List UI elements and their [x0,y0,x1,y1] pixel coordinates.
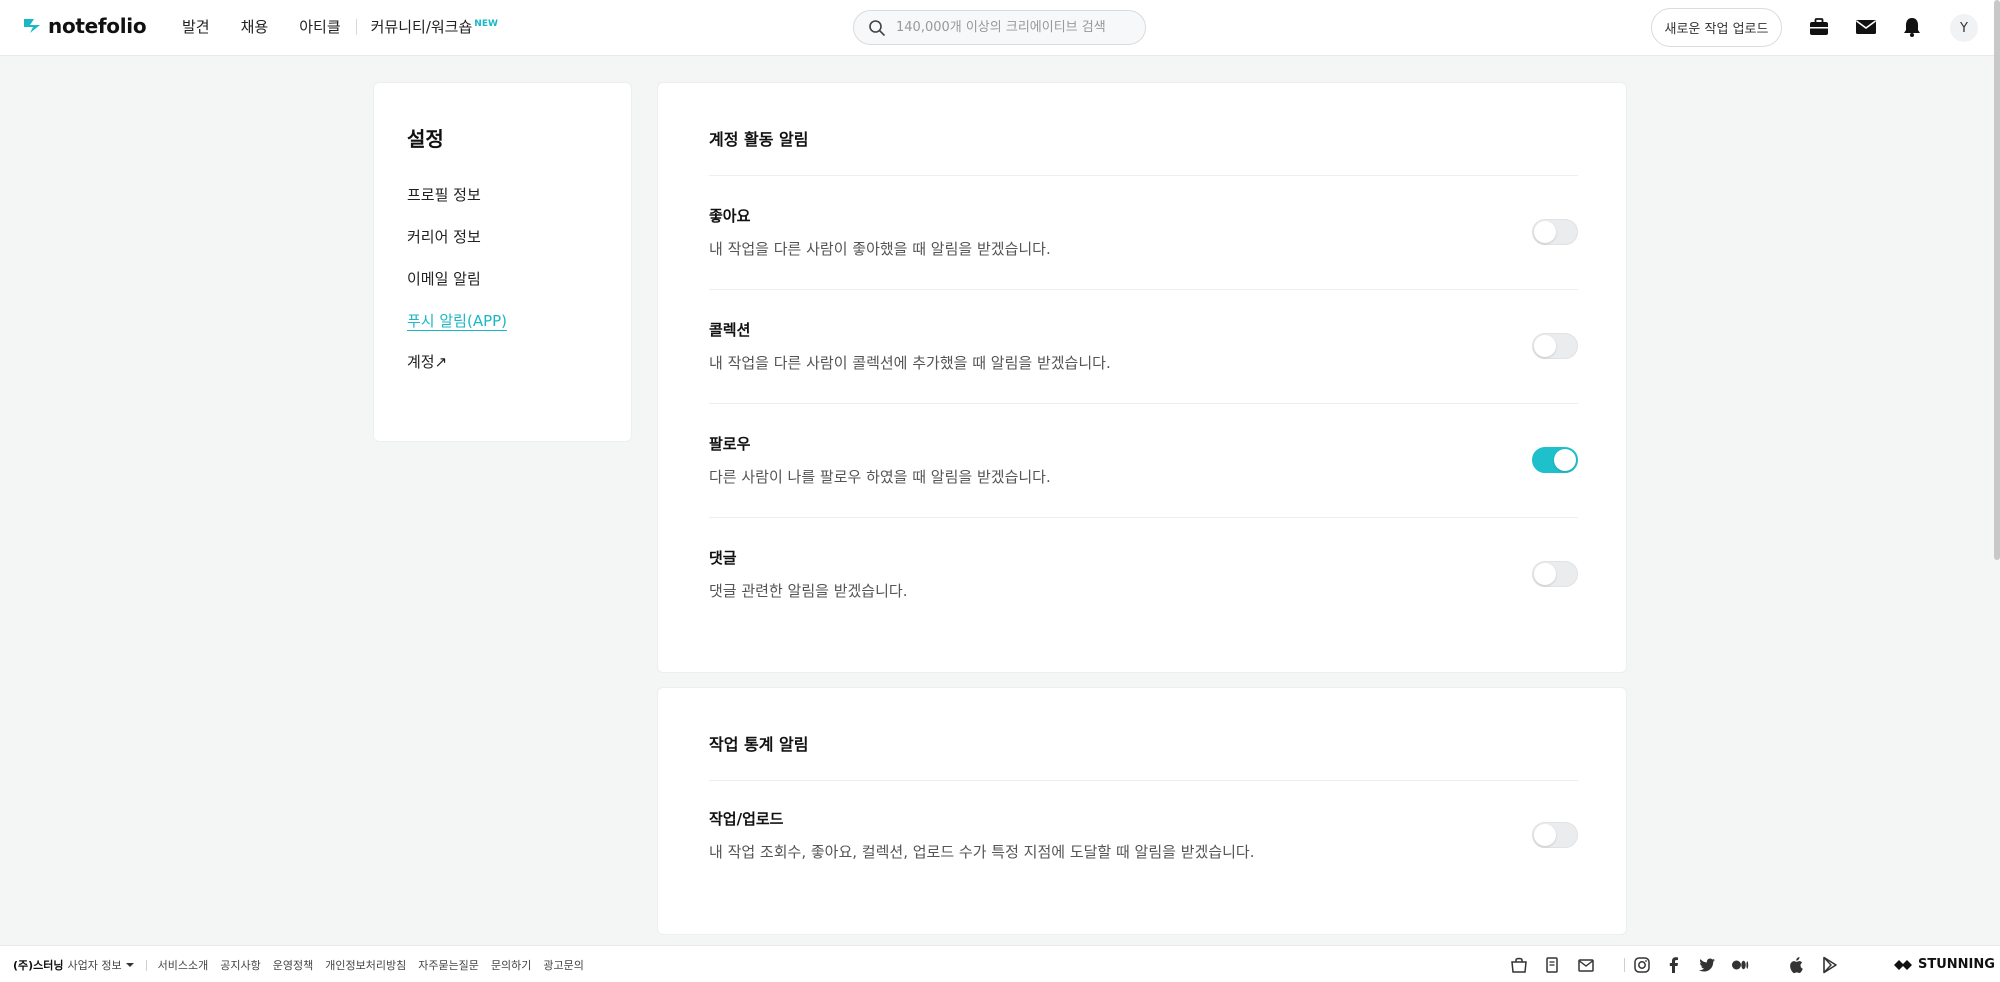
divider [709,517,1578,518]
divider [709,780,1578,781]
stunning-brand[interactable]: STUNNING [1894,957,1995,972]
new-badge: NEW [474,19,498,29]
footer-divider [1624,958,1625,972]
account-activity-card: 계정 활동 알림 좋아요 내 작업을 다른 사람이 좋아했을 때 알림을 받겠습… [657,82,1627,673]
toggle-follow[interactable] [1532,447,1578,473]
nav-community[interactable]: 커뮤니티/워크숍 NEW [371,16,498,37]
caret-down-icon [125,963,134,967]
google-play-icon[interactable] [1821,956,1839,974]
stunning-logo-icon [1894,959,1912,970]
toggle-work-upload[interactable] [1532,822,1578,848]
newsletter-icon[interactable] [1577,956,1595,974]
upload-work-button[interactable]: 새로운 작업 업로드 [1651,8,1782,47]
sidebar-item-profile[interactable]: 프로필 정보 [407,184,481,205]
section-title: 계정 활동 알림 [709,130,809,149]
nav-community-label: 커뮤니티/워크숍 [370,18,473,36]
search-bar [853,10,1146,45]
setting-desc-follow: 다른 사람이 나를 팔로우 하였을 때 알림을 받겠습니다. [709,468,1051,486]
toggle-knob [1554,449,1576,471]
business-info-dropdown[interactable]: 사업자 정보 [68,957,135,973]
work-statistics-card: 작업 통계 알림 작업/업로드 내 작업 조회수, 좋아요, 컬렉션, 업로드 … [657,687,1627,935]
facebook-icon[interactable] [1665,956,1683,974]
notefolio-logo[interactable]: notefolio [22,14,147,38]
setting-desc-collection: 내 작업을 다른 사람이 콜렉션에 추가했을 때 알림을 받겠습니다. [709,354,1111,372]
footer-links: (주)스터닝 사업자 정보 서비스소개 공지사항 운영정책 개인정보처리방침 자… [13,957,596,973]
briefcase-icon[interactable] [1808,16,1830,38]
setting-title-collection: 콜렉션 [709,321,751,339]
setting-desc-work-upload: 내 작업 조회수, 좋아요, 컬렉션, 업로드 수가 특정 지점에 도달할 때 … [709,843,1255,861]
nav-jobs[interactable]: 채용 [241,16,269,37]
bell-icon[interactable] [1901,16,1923,38]
main-nav: 발견 채용 아티클 커뮤니티/워크숍 NEW [182,16,529,37]
nav-discover[interactable]: 발견 [182,16,210,37]
divider [709,403,1578,404]
setting-title-comments: 댓글 [709,549,737,567]
footer-link-about[interactable]: 서비스소개 [158,957,209,973]
nav-divider [355,18,357,35]
business-info-label: 사업자 정보 [67,959,122,972]
divider [709,289,1578,290]
footer-link-policy[interactable]: 운영정책 [273,957,313,973]
medium-icon[interactable] [1731,956,1749,974]
toggle-collection[interactable] [1532,333,1578,359]
sidebar-item-email-notifications[interactable]: 이메일 알림 [407,268,481,289]
logo-text: notefolio [48,14,147,38]
sidebar-item-career[interactable]: 커리어 정보 [407,226,481,247]
footer-company-name: (주)스터닝 [13,959,64,972]
sidebar-item-account[interactable]: 계정↗ [407,351,447,372]
settings-sidebar: 설정 프로필 정보 커리어 정보 이메일 알림 푸시 알림(APP) 계정↗ [373,82,632,442]
footer-link-advertising[interactable]: 광고문의 [543,957,583,973]
page-scrollbar[interactable] [1994,0,2000,560]
bag-icon[interactable] [1510,956,1528,974]
setting-title-likes: 좋아요 [709,207,751,225]
top-navigation-bar: notefolio 발견 채용 아티클 커뮤니티/워크숍NEW 새로운 작업 업… [0,0,2000,56]
toggle-knob [1534,563,1556,585]
search-input[interactable] [896,20,1116,35]
footer-link-contact[interactable]: 문의하기 [491,957,531,973]
stunning-brand-text: STUNNING [1918,957,1995,972]
footer-link-faq[interactable]: 자주묻는질문 [418,957,479,973]
book-icon[interactable] [1543,956,1561,974]
apple-icon[interactable] [1787,956,1805,974]
instagram-icon[interactable] [1633,956,1651,974]
search-icon [869,19,885,36]
toggle-knob [1534,335,1556,357]
footer-link-notices[interactable]: 공지사항 [220,957,260,973]
section-title: 작업 통계 알림 [709,735,809,754]
setting-desc-likes: 내 작업을 다른 사람이 좋아했을 때 알림을 받겠습니다. [709,240,1051,258]
footer-divider [145,959,147,971]
toggle-knob [1534,221,1556,243]
sidebar-item-push-notifications[interactable]: 푸시 알림(APP) [407,310,507,331]
setting-title-work-upload: 작업/업로드 [709,810,784,828]
toggle-comments[interactable] [1532,561,1578,587]
settings-title: 설정 [407,127,444,151]
twitter-icon[interactable] [1698,956,1716,974]
toggle-knob [1534,824,1556,846]
mail-icon[interactable] [1855,16,1877,38]
site-footer: (주)스터닝 사업자 정보 서비스소개 공지사항 운영정책 개인정보처리방침 자… [0,945,2000,982]
setting-desc-comments: 댓글 관련한 알림을 받겠습니다. [709,582,908,600]
divider [709,175,1578,176]
notefolio-logo-icon [24,19,40,33]
nav-articles[interactable]: 아티클 [299,16,340,37]
footer-link-privacy[interactable]: 개인정보처리방침 [325,957,406,973]
user-avatar[interactable]: Y [1950,14,1978,42]
toggle-likes[interactable] [1532,219,1578,245]
setting-title-follow: 팔로우 [709,435,751,453]
